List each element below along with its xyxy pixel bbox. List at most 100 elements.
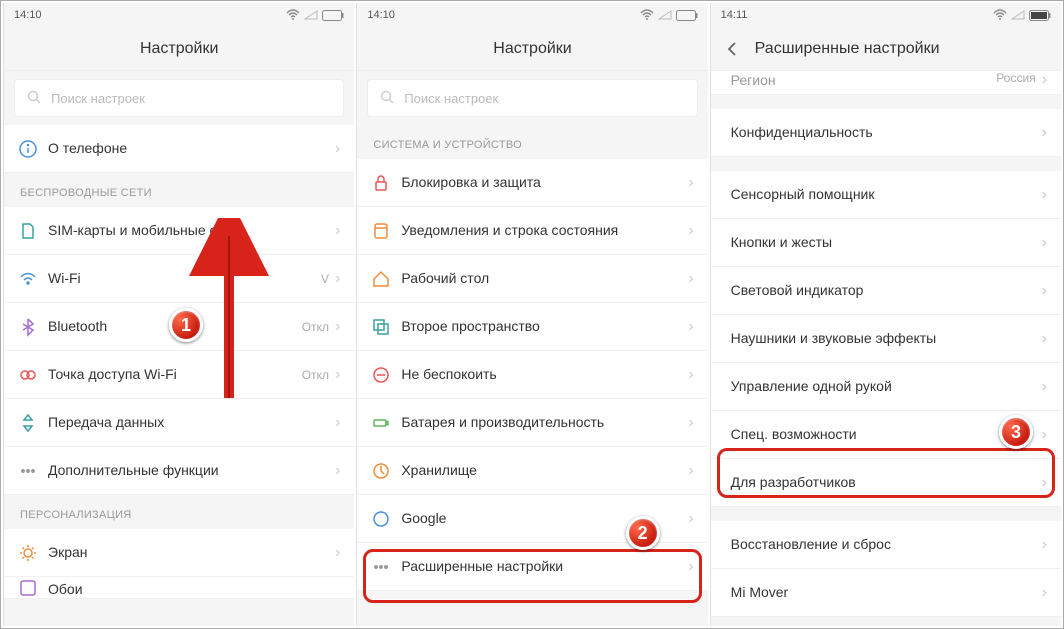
item-touch-assistant[interactable]: Сенсорный помощник › bbox=[711, 171, 1061, 219]
item-advanced-settings[interactable]: Расширенные настройки › bbox=[357, 543, 707, 591]
item-lock[interactable]: Блокировка и защита › bbox=[357, 159, 707, 207]
item-mimover[interactable]: Mi Mover › bbox=[711, 569, 1061, 617]
search-icon bbox=[27, 90, 41, 107]
wifi-icon bbox=[640, 9, 654, 21]
chevron-right-icon: › bbox=[335, 270, 340, 288]
display-icon bbox=[18, 543, 38, 563]
wifi-icon bbox=[993, 9, 1007, 21]
item-wifi[interactable]: Wi-Fi V › bbox=[4, 255, 354, 303]
status-time: 14:11 bbox=[721, 9, 748, 21]
search-input[interactable]: Поиск настроек bbox=[367, 79, 697, 117]
sim-icon bbox=[18, 221, 38, 241]
info-icon bbox=[18, 139, 38, 159]
annotation-badge-2: 2 bbox=[626, 516, 660, 550]
section-personalization: ПЕРСОНАЛИЗАЦИЯ bbox=[4, 495, 354, 529]
chevron-right-icon: › bbox=[335, 462, 340, 480]
chevron-right-icon: › bbox=[335, 544, 340, 562]
header-title: Настройки bbox=[493, 40, 571, 58]
item-display[interactable]: Экран › bbox=[4, 529, 354, 577]
item-buttons[interactable]: Кнопки и жесты › bbox=[711, 219, 1061, 267]
status-time: 14:10 bbox=[367, 9, 395, 21]
chevron-right-icon: › bbox=[1042, 378, 1047, 396]
item-storage[interactable]: Хранилище › bbox=[357, 447, 707, 495]
signal-icon bbox=[658, 10, 672, 20]
storage-icon bbox=[371, 461, 391, 481]
item-backup-reset[interactable]: Восстановление и сброс › bbox=[711, 521, 1061, 569]
phone-screen-3: 14:11 Расширенные настройки Регион Росси… bbox=[710, 3, 1061, 626]
item-region[interactable]: Регион Россия › bbox=[711, 71, 1061, 95]
back-button[interactable] bbox=[723, 39, 743, 59]
screen-header: Расширенные настройки bbox=[711, 27, 1061, 71]
item-sim[interactable]: SIM-карты и мобильные сети › bbox=[4, 207, 354, 255]
chevron-right-icon: › bbox=[688, 366, 693, 384]
notification-icon bbox=[371, 221, 391, 241]
item-led[interactable]: Световой индикатор › bbox=[711, 267, 1061, 315]
status-bar: 14:11 bbox=[711, 3, 1061, 27]
header-title: Настройки bbox=[140, 40, 218, 58]
chevron-right-icon: › bbox=[688, 318, 693, 336]
section-wireless: БЕСПРОВОДНЫЕ СЕТИ bbox=[4, 173, 354, 207]
status-bar: 14:10 bbox=[4, 3, 354, 27]
chevron-right-icon: › bbox=[1042, 474, 1047, 492]
annotation-badge-3: 3 bbox=[999, 415, 1033, 449]
chevron-right-icon: › bbox=[688, 462, 693, 480]
status-bar: 14:10 bbox=[357, 3, 707, 27]
bluetooth-icon bbox=[18, 317, 38, 337]
item-audio[interactable]: Наушники и звуковые эффекты › bbox=[711, 315, 1061, 363]
data-icon bbox=[18, 413, 38, 433]
home-icon bbox=[371, 269, 391, 289]
chevron-right-icon: › bbox=[335, 366, 340, 384]
chevron-right-icon: › bbox=[688, 222, 693, 240]
chevron-right-icon: › bbox=[335, 222, 340, 240]
chevron-right-icon: › bbox=[688, 558, 693, 576]
chevron-right-icon: › bbox=[688, 174, 693, 192]
battery-icon bbox=[322, 10, 344, 21]
battery-icon bbox=[371, 413, 391, 433]
wallpaper-icon bbox=[18, 578, 38, 598]
google-icon bbox=[371, 509, 391, 529]
dnd-icon bbox=[371, 365, 391, 385]
item-battery[interactable]: Батарея и производительность › bbox=[357, 399, 707, 447]
chevron-right-icon: › bbox=[1042, 426, 1047, 444]
item-data[interactable]: Передача данных › bbox=[4, 399, 354, 447]
wifi-icon bbox=[286, 9, 300, 21]
more-icon bbox=[18, 461, 38, 481]
item-wallpaper[interactable]: Обои bbox=[4, 577, 354, 599]
second-space-icon bbox=[371, 317, 391, 337]
screen-header: Настройки bbox=[357, 27, 707, 71]
chevron-right-icon: › bbox=[688, 510, 693, 528]
wifi-icon bbox=[18, 269, 38, 289]
chevron-right-icon: › bbox=[335, 414, 340, 432]
item-home[interactable]: Рабочий стол › bbox=[357, 255, 707, 303]
item-developer-options[interactable]: Для разработчиков › bbox=[711, 459, 1061, 507]
battery-icon bbox=[676, 10, 698, 21]
hotspot-icon bbox=[18, 365, 38, 385]
chevron-right-icon: › bbox=[1042, 124, 1047, 142]
search-input[interactable]: Поиск настроек bbox=[14, 79, 344, 117]
item-notif[interactable]: Уведомления и строка состояния › bbox=[357, 207, 707, 255]
search-icon bbox=[380, 90, 394, 107]
screen-header: Настройки bbox=[4, 27, 354, 71]
chevron-right-icon: › bbox=[1042, 186, 1047, 204]
chevron-right-icon: › bbox=[335, 318, 340, 336]
section-system: СИСТЕМА И УСТРОЙСТВО bbox=[357, 125, 707, 159]
more-icon bbox=[371, 557, 391, 577]
item-about-phone[interactable]: О телефоне › bbox=[4, 125, 354, 173]
item-privacy[interactable]: Конфиденциальность › bbox=[711, 109, 1061, 157]
item-dnd[interactable]: Не беспокоить › bbox=[357, 351, 707, 399]
chevron-right-icon: › bbox=[1042, 234, 1047, 252]
chevron-right-icon: › bbox=[688, 270, 693, 288]
item-onehand[interactable]: Управление одной рукой › bbox=[711, 363, 1061, 411]
item-hotspot[interactable]: Точка доступа Wi-Fi Откл › bbox=[4, 351, 354, 399]
signal-icon bbox=[1011, 10, 1025, 20]
signal-icon bbox=[304, 10, 318, 20]
chevron-right-icon: › bbox=[1042, 536, 1047, 554]
item-more[interactable]: Дополнительные функции › bbox=[4, 447, 354, 495]
status-time: 14:10 bbox=[14, 9, 42, 21]
chevron-right-icon: › bbox=[688, 414, 693, 432]
search-placeholder: Поиск настроек bbox=[404, 91, 498, 106]
search-placeholder: Поиск настроек bbox=[51, 91, 145, 106]
item-second-space[interactable]: Второе пространство › bbox=[357, 303, 707, 351]
phone-screen-1: 14:10 Настройки Поиск настроек О телефон… bbox=[3, 3, 354, 626]
chevron-right-icon: › bbox=[1042, 330, 1047, 348]
